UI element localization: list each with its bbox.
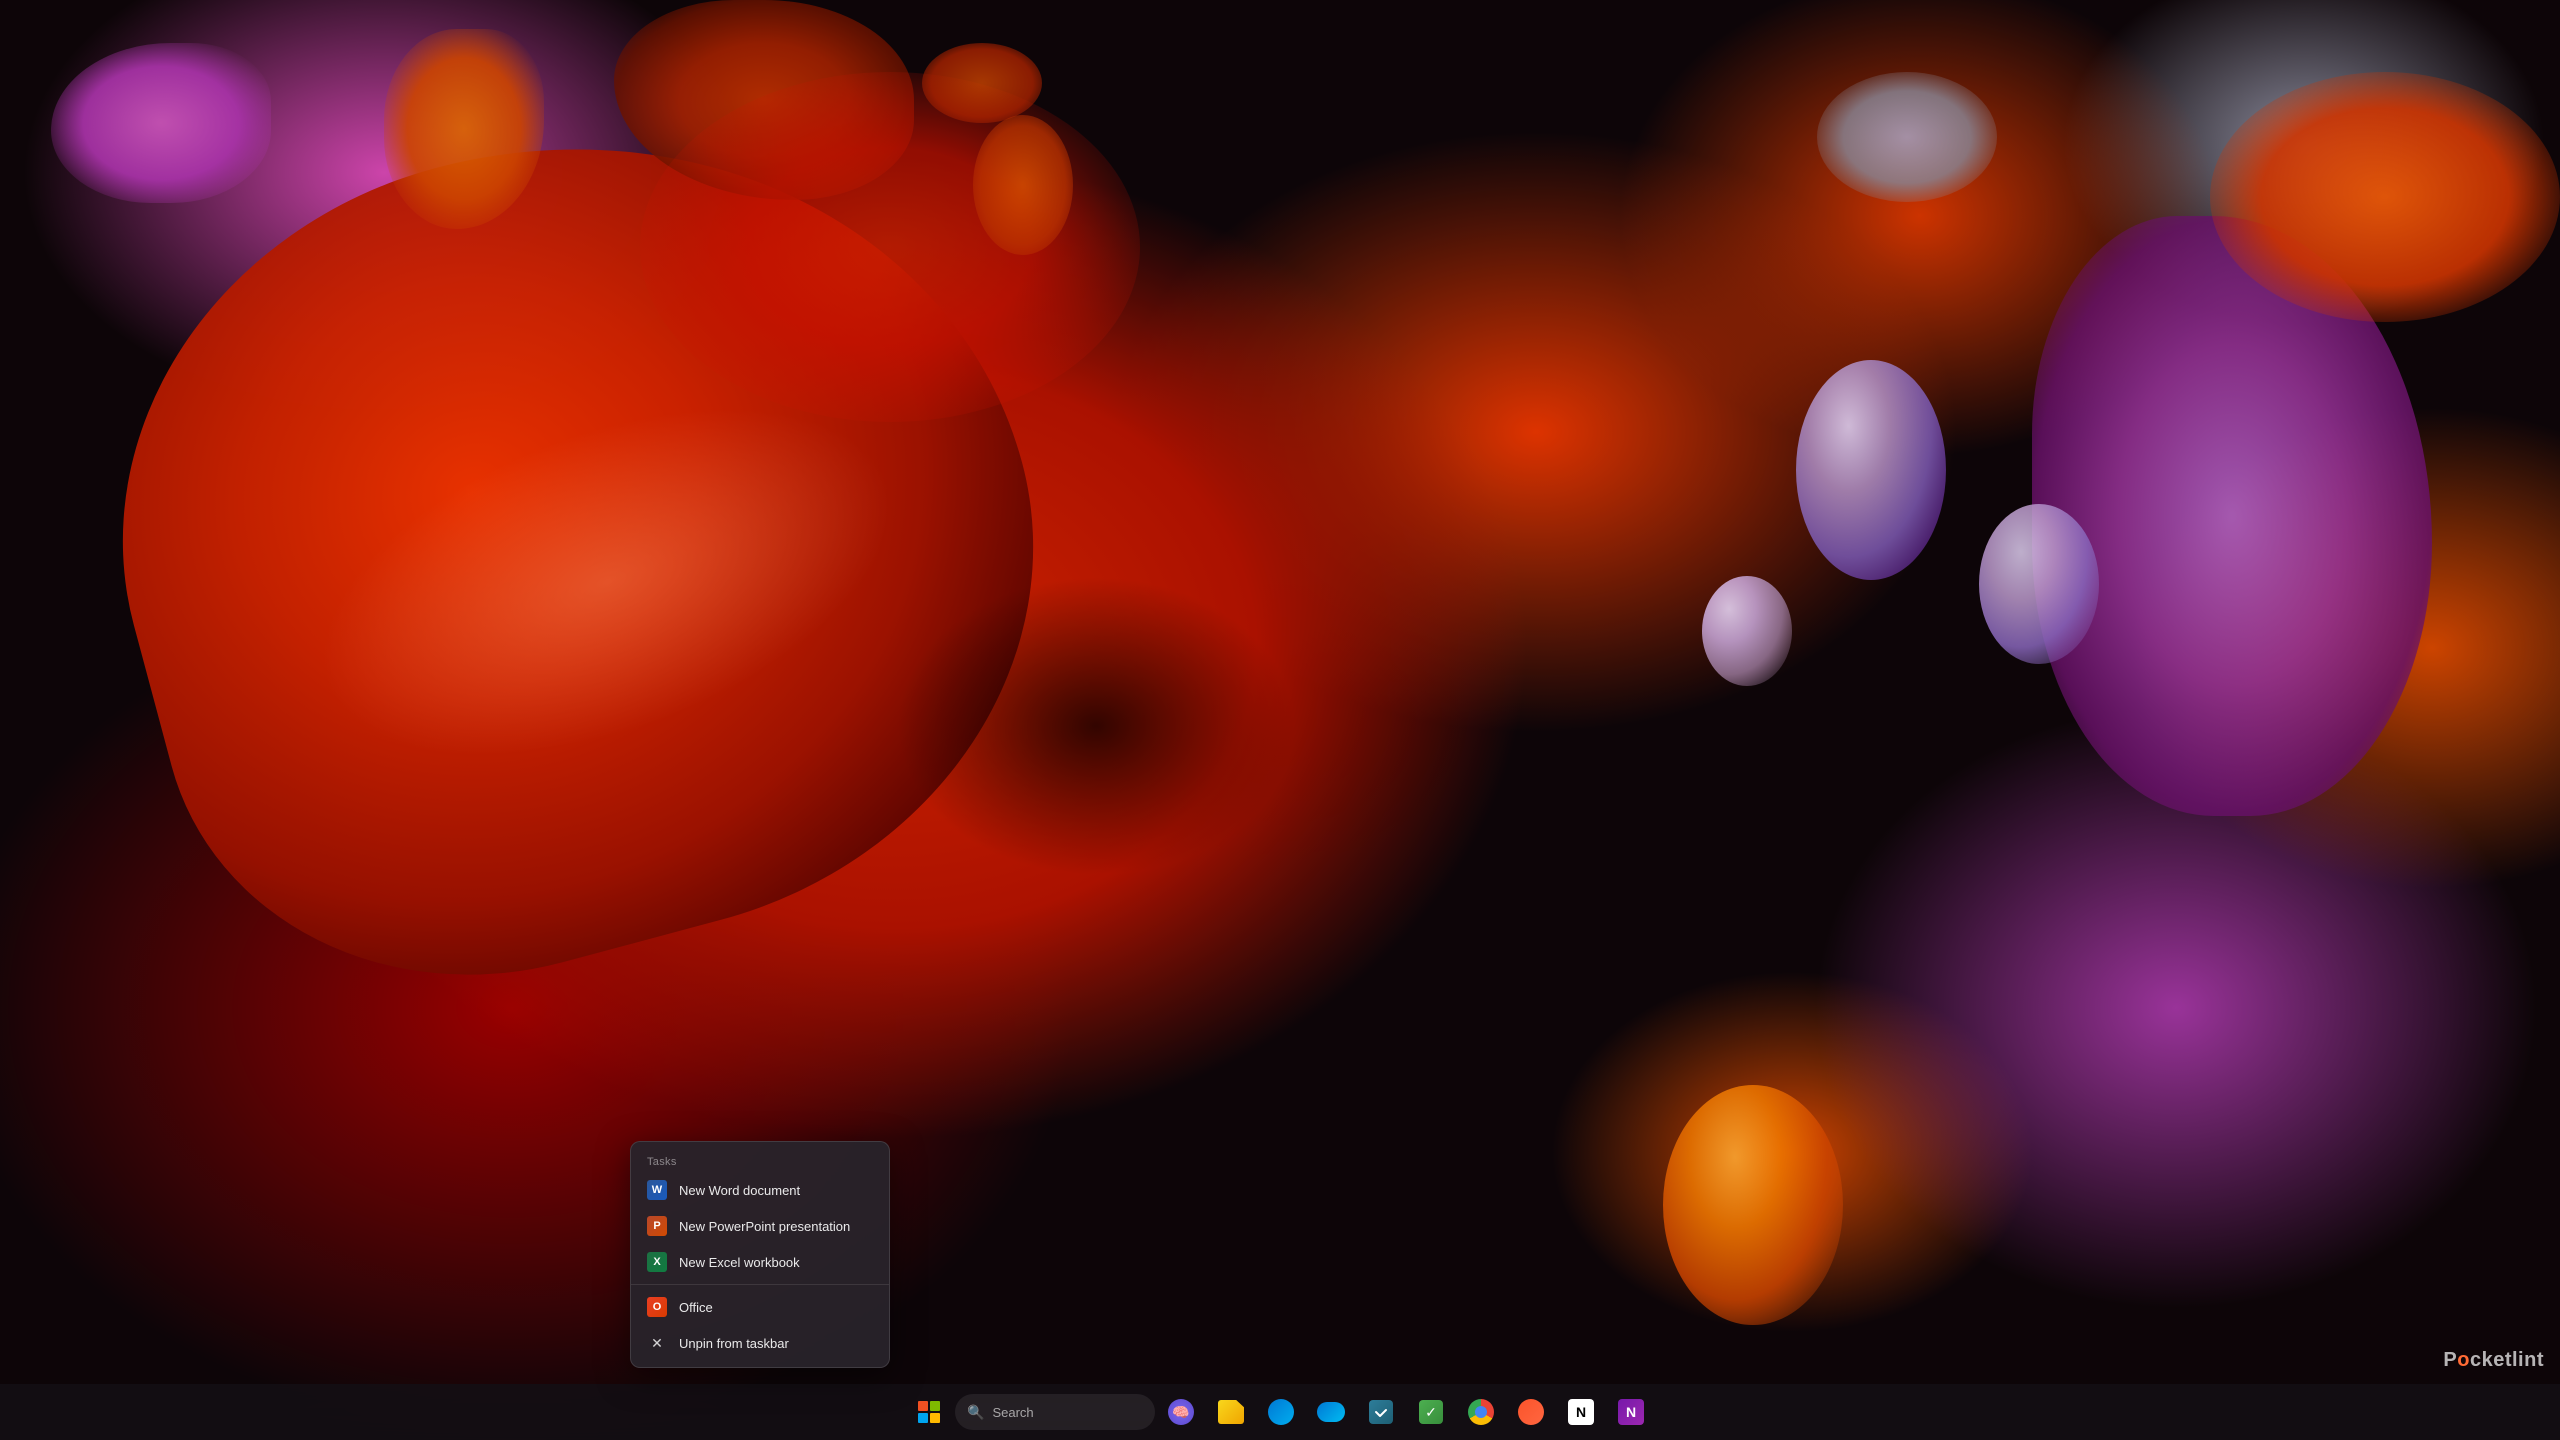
taskbar-todo-button[interactable] (1357, 1388, 1405, 1436)
wallpaper-blob-orange-right (2210, 72, 2560, 322)
search-placeholder-text: Search (992, 1405, 1033, 1420)
taskbar-context-menu: Tasks W New Word document P New PowerPoi… (630, 1141, 890, 1368)
ppt-app-icon: P (647, 1216, 667, 1236)
onedrive-icon (1317, 1398, 1345, 1426)
menu-item-new-excel[interactable]: X New Excel workbook (631, 1244, 889, 1280)
tasks-app-icon: ✓ (1419, 1400, 1443, 1424)
word-icon: W (647, 1180, 667, 1200)
brave-icon (1517, 1398, 1545, 1426)
taskbar-file-explorer-button[interactable] (1207, 1388, 1255, 1436)
wallpaper-blob-grey (1817, 72, 1997, 202)
start-icon (915, 1398, 943, 1426)
menu-item-office[interactable]: O Office (631, 1289, 889, 1325)
desktop: Pocketlint Tasks W New Word document P N… (0, 0, 2560, 1440)
wallpaper-blob-shiny-3 (1702, 576, 1792, 686)
wallpaper-blob-small-2 (973, 115, 1073, 255)
ai-icon: 🧠 (1167, 1398, 1195, 1426)
files-app-icon (1218, 1400, 1244, 1424)
notion-icon: N (1567, 1398, 1595, 1426)
menu-item-unpin-label: Unpin from taskbar (679, 1336, 789, 1351)
office-app-icon: O (647, 1297, 667, 1317)
taskbar-brave-button[interactable] (1507, 1388, 1555, 1436)
taskbar-tasks-button[interactable]: ✓ (1407, 1388, 1455, 1436)
brave-app-icon (1518, 1399, 1544, 1425)
tasks-icon: ✓ (1417, 1398, 1445, 1426)
taskbar-chrome-button[interactable] (1457, 1388, 1505, 1436)
menu-section-tasks: Tasks (631, 1148, 889, 1172)
wallpaper-blob-large-red (640, 72, 1140, 422)
edge-app-icon (1268, 1399, 1294, 1425)
taskbar-edge-button[interactable] (1257, 1388, 1305, 1436)
brain-app-icon: 🧠 (1168, 1399, 1194, 1425)
file-explorer-icon (1217, 1398, 1245, 1426)
windows-logo-icon (918, 1401, 940, 1423)
wallpaper-blob-dark-center (896, 576, 1296, 876)
menu-separator (631, 1284, 889, 1285)
onenote-icon: N (1617, 1398, 1645, 1426)
taskbar-search-bar[interactable]: 🔍 Search (955, 1394, 1155, 1430)
taskbar-start-button[interactable] (905, 1388, 953, 1436)
excel-icon: X (647, 1252, 667, 1272)
excel-app-icon: X (647, 1252, 667, 1272)
taskbar-ai-button[interactable]: 🧠 (1157, 1388, 1205, 1436)
office-icon: O (647, 1297, 667, 1317)
edge-icon (1267, 1398, 1295, 1426)
menu-item-new-ppt[interactable]: P New PowerPoint presentation (631, 1208, 889, 1244)
chrome-app-icon (1468, 1399, 1494, 1425)
menu-item-office-label: Office (679, 1300, 713, 1315)
wallpaper-blob-shiny-1 (1796, 360, 1946, 580)
unpin-app-icon: ✕ (647, 1333, 667, 1353)
notion-app-icon: N (1568, 1399, 1594, 1425)
todo-app-icon (1369, 1400, 1393, 1424)
unpin-icon: ✕ (647, 1333, 667, 1353)
powerpoint-icon: P (647, 1216, 667, 1236)
menu-item-unpin[interactable]: ✕ Unpin from taskbar (631, 1325, 889, 1361)
menu-item-new-word[interactable]: W New Word document (631, 1172, 889, 1208)
onenote-app-icon: N (1618, 1399, 1644, 1425)
taskbar-onedrive-button[interactable] (1307, 1388, 1355, 1436)
chrome-icon (1467, 1398, 1495, 1426)
taskbar-center-items: 🔍 Search 🧠 (905, 1388, 1655, 1436)
word-app-icon: W (647, 1180, 667, 1200)
pocketlint-watermark: Pocketlint (2443, 1349, 2544, 1372)
taskbar: 🔍 Search 🧠 (0, 1384, 2560, 1440)
taskbar-notion-button[interactable]: N (1557, 1388, 1605, 1436)
wallpaper-blob-shiny-2 (1979, 504, 2099, 664)
todo-icon (1367, 1398, 1395, 1426)
taskbar-onenote-button[interactable]: N (1607, 1388, 1655, 1436)
menu-item-new-ppt-label: New PowerPoint presentation (679, 1219, 850, 1234)
menu-item-new-word-label: New Word document (679, 1183, 800, 1198)
search-icon: 🔍 (967, 1404, 984, 1421)
wallpaper-blob-small-1 (922, 43, 1042, 123)
onedrive-app-icon (1317, 1402, 1345, 1422)
menu-item-new-excel-label: New Excel workbook (679, 1255, 800, 1270)
wallpaper-blob-orange-bottom (1663, 1085, 1843, 1325)
